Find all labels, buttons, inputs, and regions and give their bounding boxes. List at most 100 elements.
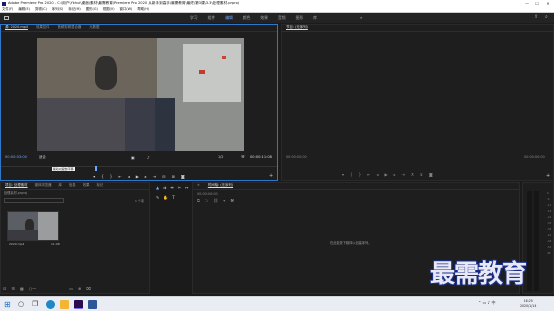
add-marker-icon[interactable]: ▾ [342,173,344,180]
tab-media-browser[interactable]: 媒体浏览器 [35,183,52,187]
hand-tool-icon[interactable]: ✋ [163,196,168,204]
menu-marker[interactable]: 标记(M) [68,7,80,11]
tab-audio-clip-mixer[interactable]: 音频剪辑混合器 [58,25,82,29]
play-icon[interactable]: ▶ [136,174,139,179]
menu-edit[interactable]: 编辑(E) [18,7,30,11]
zoom-slider[interactable]: ○— [29,287,37,291]
workspace-tab-learn[interactable]: 学习 [190,16,198,20]
settings-wrench-icon[interactable]: ⚒ [241,155,245,159]
project-search-input[interactable] [4,198,64,203]
go-to-in-icon[interactable]: ⇤ [118,174,121,179]
clip-name[interactable]: 2020.mp4 [9,243,24,246]
mark-out-icon[interactable]: } [110,174,113,179]
home-icon[interactable] [4,16,9,20]
clock[interactable]: 16:25 2020/1/14 [520,299,536,308]
workspace-tab-audio[interactable]: 音频 [278,16,286,20]
insert-icon[interactable]: ⊟ [162,174,165,179]
step-back-icon[interactable]: ◂ [376,173,378,180]
workspace-tab-graphics[interactable]: 图形 [296,16,304,20]
go-to-out-icon[interactable]: ⇥ [153,174,156,179]
add-button-icon[interactable]: + [269,174,273,179]
mark-out-icon[interactable]: } [359,173,362,180]
razor-tool-icon[interactable]: ✂ [178,186,181,194]
tab-timeline[interactable]: 时间轴: (无序列) [208,183,233,187]
timeline-settings-icon[interactable]: ⚒ [230,199,234,203]
tab-metadata[interactable]: 元数据 [89,25,99,29]
icon-view-icon[interactable]: ▦ [20,287,24,291]
drag-video-icon[interactable]: ▣ [131,156,135,160]
menu-help[interactable]: 帮助(H) [137,7,149,11]
file-explorer-icon[interactable] [60,300,69,309]
source-current-timecode[interactable]: 00:00:03:00 [5,155,27,160]
workspace-tab-editing[interactable]: 编辑 [225,16,233,20]
edge-icon[interactable] [46,300,55,309]
search-icon[interactable]: ○ [18,300,27,309]
overwrite-icon[interactable]: ⊞ [172,174,175,179]
maximize-button[interactable]: ☐ [532,0,542,7]
timeline-timecode[interactable]: 00:00:00:00 [197,192,218,196]
tab-info[interactable]: 信息 [69,183,76,187]
share-icon[interactable]: ⇪ [534,15,538,20]
snap-icon[interactable]: ⊃ [205,199,208,203]
go-to-out-icon[interactable]: ⇥ [402,173,405,180]
source-video-frame[interactable] [37,38,244,151]
tab-program[interactable]: 节目: (无序列) [286,25,308,29]
search-icon[interactable]: ⌕ [545,15,548,20]
add-marker-icon[interactable]: ▾ [223,199,225,203]
nest-icon[interactable]: ⧉ [197,199,200,203]
task-view-icon[interactable]: ❐ [32,300,41,309]
menu-clip[interactable]: 剪辑(C) [35,7,47,11]
list-view-icon[interactable]: ☰ [11,287,15,291]
add-button-icon[interactable]: + [546,174,550,179]
tab-effects[interactable]: 效果 [83,183,90,187]
word-icon[interactable] [88,300,97,309]
pen-tool-icon[interactable]: ✎ [156,196,159,204]
program-current-timecode[interactable]: 00:00:00:00 [286,155,307,159]
extract-icon[interactable]: ⊻ [420,173,423,180]
export-frame-icon[interactable]: ◙ [429,173,433,180]
tab-libraries[interactable]: 库 [59,183,62,187]
slip-tool-icon[interactable]: ↔ [185,186,188,194]
play-icon[interactable]: ▶ [384,173,387,180]
tab-source[interactable]: 源: 2020.mp4 [5,25,28,29]
menu-sequence[interactable]: 序列(S) [52,7,64,11]
lift-icon[interactable]: ⊼ [411,173,414,180]
linked-selection-icon[interactable]: ⛓ [213,199,218,203]
minimize-button[interactable]: — [522,0,532,7]
workspaces-overflow-button[interactable]: » [360,16,362,20]
workspace-tab-effects[interactable]: 效果 [260,16,268,20]
add-marker-icon[interactable]: ▾ [93,174,95,179]
tab-effect-controls[interactable]: 效果控件 [36,25,50,29]
premiere-taskbar-icon[interactable] [74,300,83,309]
track-select-icon[interactable]: ⇉ [163,186,166,194]
resolution-dropdown[interactable]: 1/2 [218,155,223,159]
menu-window[interactable]: 窗口(W) [120,7,133,11]
close-icon[interactable]: ✕ [197,183,200,187]
ripple-edit-icon[interactable]: ⇹ [170,186,173,194]
close-button[interactable]: ✕ [543,0,553,7]
new-item-icon[interactable]: ⊕ [78,287,81,291]
system-tray-icons[interactable]: ⌃ ▭ ♪ 中 [478,301,496,305]
new-bin-icon[interactable]: ▭ [69,287,73,291]
trash-icon[interactable]: ⌧ [86,287,91,291]
source-playhead[interactable] [95,166,97,171]
source-time-ruler[interactable] [1,166,277,171]
lock-icon[interactable]: ⊡ [3,287,6,291]
start-icon[interactable]: ⊞ [4,300,13,309]
drag-audio-icon[interactable]: ♪ [147,156,150,160]
menu-graphics[interactable]: 图形(G) [86,7,98,11]
workspace-tab-color[interactable]: 颜色 [243,16,251,20]
menu-file[interactable]: 文件(F) [2,7,13,11]
mark-in-icon[interactable]: { [350,173,353,180]
export-frame-icon[interactable]: ◙ [181,174,185,179]
step-back-icon[interactable]: ◂ [128,174,130,179]
tab-project[interactable]: 项目: 处理素材 [5,183,28,187]
go-to-in-icon[interactable]: ⇤ [367,173,370,180]
zoom-fit-dropdown[interactable]: 适合 [39,155,46,159]
clip-thumbnail[interactable] [7,211,59,241]
selection-tool-icon[interactable]: ▲ [156,186,159,194]
tab-markers[interactable]: 标记 [96,183,103,187]
mark-in-icon[interactable]: { [101,174,104,179]
menu-view[interactable]: 视图(V) [103,7,115,11]
step-forward-icon[interactable]: ▸ [394,173,396,180]
